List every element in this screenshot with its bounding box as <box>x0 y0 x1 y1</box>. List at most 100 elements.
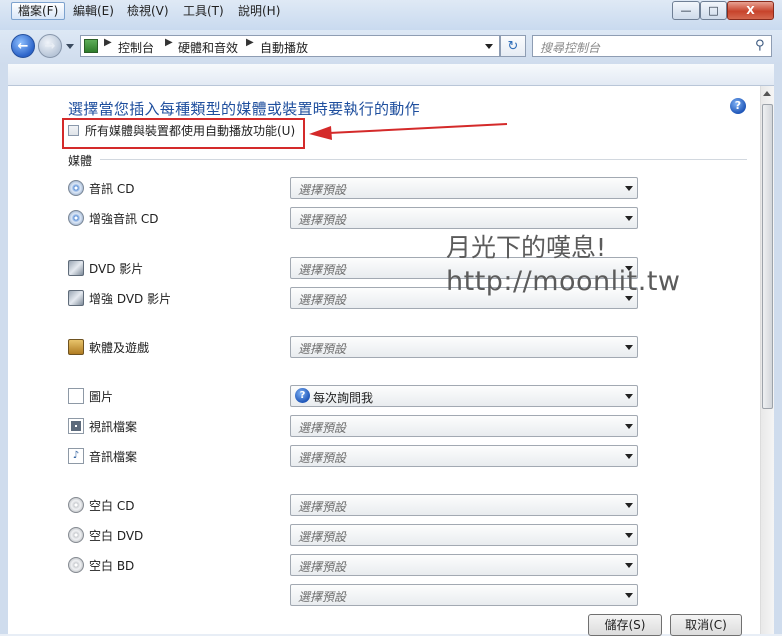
dropdown-value: 選擇預設 <box>298 590 347 604</box>
dropdown-pictures[interactable]: ? 每次詢問我 <box>290 385 638 407</box>
close-button[interactable]: X <box>727 1 774 20</box>
breadcrumb-separator-icon: ▶ <box>165 37 173 48</box>
blank-bd-icon <box>68 557 84 573</box>
dropdown-blank-dvd[interactable]: 選擇預設 <box>290 524 638 546</box>
chevron-down-icon <box>625 424 633 429</box>
address-bar[interactable]: ▶ 控制台 ▶ 硬體和音效 ▶ 自動播放 <box>80 35 500 57</box>
save-button[interactable]: 儲存(S) <box>588 614 662 636</box>
dropdown-value: 選擇預設 <box>298 183 347 197</box>
row-label-audio-cd: 音訊 CD <box>89 182 135 196</box>
enhanced-dvd-icon <box>68 290 84 306</box>
control-panel-icon <box>84 39 98 53</box>
menu-bar <box>8 64 774 86</box>
back-button[interactable]: ← <box>11 34 35 58</box>
scroll-up-icon[interactable] <box>763 91 771 96</box>
recent-pages-chevron-icon[interactable] <box>66 44 74 49</box>
dropdown-blank-cd[interactable]: 選擇預設 <box>290 494 638 516</box>
watermark-title: 月光下的嘆息! <box>446 233 607 262</box>
forward-arrow-icon: → <box>44 38 56 54</box>
minimize-button[interactable]: — <box>672 1 700 20</box>
search-icon[interactable]: ⚲ <box>755 38 765 53</box>
back-arrow-icon: ← <box>17 38 29 54</box>
address-dropdown-icon[interactable] <box>485 44 493 49</box>
breadcrumb-separator-icon: ▶ <box>104 37 112 48</box>
chevron-down-icon <box>625 533 633 538</box>
search-input[interactable]: 搜尋控制台 <box>540 39 600 56</box>
row-label-enhanced-dvd: 增強 DVD 影片 <box>89 292 172 306</box>
chevron-down-icon <box>625 503 633 508</box>
dropdown-software-games[interactable]: 選擇預設 <box>290 336 638 358</box>
dropdown-value: 每次詢問我 <box>313 391 374 405</box>
row-label-software-games: 軟體及遊戲 <box>89 341 150 355</box>
section-label-media: 媒體 <box>68 154 93 168</box>
picture-icon <box>68 388 84 404</box>
blank-cd-icon <box>68 497 84 513</box>
annotation-arrow-icon <box>309 123 508 140</box>
menu-help[interactable]: 說明(H) <box>232 2 286 20</box>
chevron-down-icon <box>625 563 633 568</box>
chevron-down-icon <box>625 186 633 191</box>
autoplay-all-checkbox[interactable] <box>68 125 79 136</box>
dvd-movie-icon <box>68 260 84 276</box>
dropdown-next-item[interactable]: 選擇預設 <box>290 584 638 606</box>
vertical-scrollbar[interactable] <box>760 86 774 634</box>
menu-view[interactable]: 檢視(V) <box>121 2 175 20</box>
row-label-blank-bd: 空白 BD <box>89 559 135 573</box>
refresh-icon: ↻ <box>507 38 519 54</box>
refresh-button[interactable]: ↻ <box>500 35 526 57</box>
dropdown-value: 選擇預設 <box>298 451 347 465</box>
chevron-down-icon <box>625 593 633 598</box>
audio-file-icon: ♪ <box>68 448 84 464</box>
dropdown-value: 選擇預設 <box>298 293 347 307</box>
dropdown-blank-bd[interactable]: 選擇預設 <box>290 554 638 576</box>
content-area <box>8 86 760 634</box>
dropdown-video-files[interactable]: 選擇預設 <box>290 415 638 437</box>
row-label-dvd-movie: DVD 影片 <box>89 262 144 276</box>
cancel-button[interactable]: 取消(C) <box>670 614 742 636</box>
dropdown-audio-files[interactable]: 選擇預設 <box>290 445 638 467</box>
forward-button[interactable]: → <box>38 34 62 58</box>
breadcrumb-separator-icon: ▶ <box>246 37 254 48</box>
dropdown-value: 選擇預設 <box>298 421 347 435</box>
menu-file[interactable]: 檔案(F) <box>11 2 66 20</box>
section-divider <box>100 159 747 160</box>
watermark-url: http://moonlit.tw <box>446 266 681 297</box>
software-games-icon <box>68 339 84 355</box>
dropdown-value: 選擇預設 <box>298 213 347 227</box>
maximize-button[interactable]: □ <box>700 1 727 20</box>
chevron-down-icon <box>625 394 633 399</box>
breadcrumb-item-autoplay[interactable]: 自動播放 <box>260 39 308 56</box>
breadcrumb-item-hardware-sound[interactable]: 硬體和音效 <box>178 39 238 56</box>
question-icon: ? <box>295 388 310 403</box>
dropdown-value: 選擇預設 <box>298 500 347 514</box>
scroll-thumb[interactable] <box>762 104 773 409</box>
help-icon[interactable]: ? <box>730 98 746 114</box>
row-label-video-files: 視訊檔案 <box>89 420 138 434</box>
enhanced-audio-cd-icon <box>68 210 84 226</box>
menu-edit[interactable]: 編輯(E) <box>67 2 120 20</box>
autoplay-all-label[interactable]: 所有媒體與裝置都使用自動播放功能(U) <box>85 122 295 139</box>
dropdown-audio-cd[interactable]: 選擇預設 <box>290 177 638 199</box>
window-frame-left <box>0 64 8 634</box>
chevron-down-icon <box>625 216 633 221</box>
dropdown-enhanced-audio-cd[interactable]: 選擇預設 <box>290 207 638 229</box>
breadcrumb-item-control-panel[interactable]: 控制台 <box>118 39 154 56</box>
dropdown-value: 選擇預設 <box>298 560 347 574</box>
chevron-down-icon <box>625 454 633 459</box>
menu-tools[interactable]: 工具(T) <box>177 2 230 20</box>
chevron-down-icon <box>625 345 633 350</box>
search-box[interactable]: 搜尋控制台 ⚲ <box>532 35 772 57</box>
blank-dvd-icon <box>68 527 84 543</box>
dropdown-value: 選擇預設 <box>298 263 347 277</box>
audio-cd-icon <box>68 180 84 196</box>
row-label-enhanced-audio-cd: 增強音訊 CD <box>89 212 159 226</box>
window-frame-right <box>774 64 782 634</box>
page-title: 選擇當您插入每種類型的媒體或裝置時要執行的動作 <box>68 100 420 118</box>
row-label-pictures: 圖片 <box>89 390 114 404</box>
row-label-blank-cd: 空白 CD <box>89 499 135 513</box>
dropdown-value: 選擇預設 <box>298 342 347 356</box>
row-label-audio-files: 音訊檔案 <box>89 450 138 464</box>
video-file-icon <box>68 418 84 434</box>
dropdown-value: 選擇預設 <box>298 530 347 544</box>
row-label-blank-dvd: 空白 DVD <box>89 529 144 543</box>
